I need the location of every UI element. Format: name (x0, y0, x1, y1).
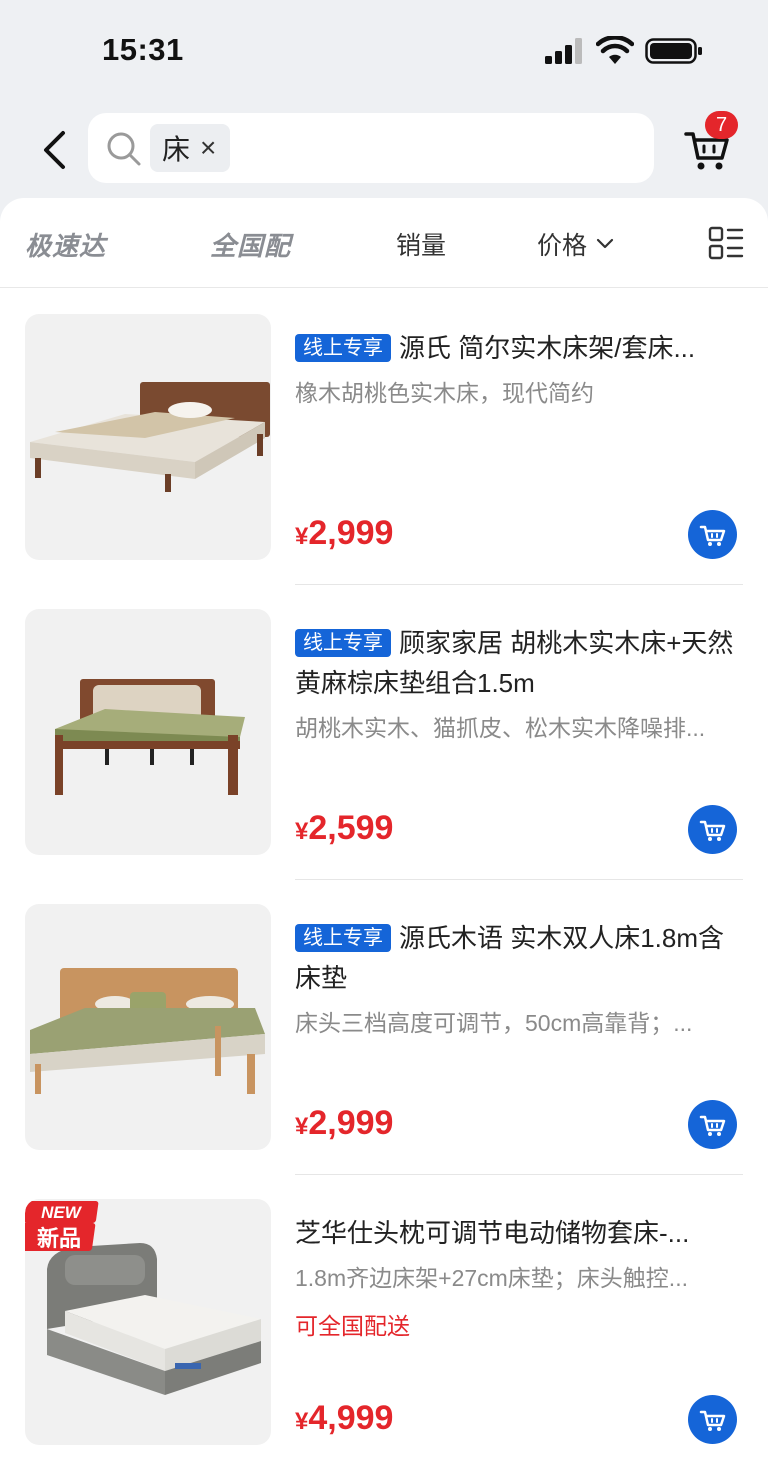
product-subtitle: 1.8m齐边床架+27cm床垫；床头触控... (295, 1265, 688, 1291)
product-card[interactable]: 线上专享 顾家家居 胡桃木实木床+天然黄麻棕床垫组合1.5m 胡桃木实木、猫抓皮、… (0, 609, 768, 904)
chevron-left-icon (44, 131, 65, 169)
search-keyword-label: 床 (162, 134, 191, 165)
shipping-note: 可全国配送 (295, 1313, 410, 1339)
search-bar[interactable]: 床 × (88, 113, 654, 183)
price-amount: 2,599 (308, 809, 394, 847)
product-title: 线上专享 源氏木语 实木双人床1.8m含床垫 (295, 918, 745, 998)
cart-add-icon (699, 525, 725, 546)
new-badge-text-bottom: 新品 (37, 1226, 81, 1252)
status-bar: 15:31 (0, 0, 768, 104)
price-currency: ¥ (295, 1408, 309, 1435)
product-price: ¥2,999 (295, 1104, 393, 1143)
filter-nationwide[interactable]: 全国配 (210, 226, 291, 263)
cart-add-icon (699, 820, 725, 841)
search-icon (107, 132, 141, 166)
divider (295, 879, 743, 880)
cart-add-icon (699, 1410, 725, 1431)
price-currency: ¥ (295, 1113, 309, 1140)
chevron-down-icon (596, 238, 614, 249)
online-exclusive-tag: 线上专享 (295, 334, 391, 362)
filter-price-label: 价格 (537, 232, 588, 260)
cart-count-badge: 7 (705, 111, 738, 139)
online-exclusive-tag: 线上专享 (295, 924, 391, 952)
close-icon[interactable]: × (200, 134, 216, 162)
price-amount: 2,999 (308, 514, 394, 552)
filter-express[interactable]: 极速达 (25, 226, 106, 263)
filter-price[interactable]: 价格 (537, 226, 615, 262)
product-info: 线上专享 源氏木语 实木双人床1.8m含床垫 床头三档高度可调节，50cm高靠背；… (295, 918, 745, 1038)
add-to-cart-button[interactable] (688, 1100, 737, 1149)
new-product-badge: NEW 新品 (25, 1199, 103, 1255)
product-image: NEW 新品 (25, 1199, 271, 1445)
product-card[interactable]: 线上专享 源氏木语 实木双人床1.8m含床垫 床头三档高度可调节，50cm高靠背；… (0, 904, 768, 1199)
product-price: ¥2,599 (295, 809, 393, 848)
cellular-signal-icon (545, 38, 582, 64)
product-price: ¥2,999 (295, 514, 393, 553)
product-title: 芝华仕头枕可调节电动储物套床-... (295, 1218, 690, 1248)
product-price: ¥4,999 (295, 1399, 393, 1438)
product-subtitle: 床头三档高度可调节，50cm高靠背；... (295, 1010, 693, 1036)
layout-toggle-icon[interactable] (708, 226, 744, 262)
back-button[interactable] (28, 124, 80, 176)
product-subtitle: 橡木胡桃色实木床，现代简约 (295, 380, 594, 406)
add-to-cart-button[interactable] (688, 1395, 737, 1444)
product-info: 线上专享 源氏 简尔实木床架/套床... 橡木胡桃色实木床，现代简约 (295, 328, 745, 408)
new-badge-text-top: NEW (41, 1203, 83, 1222)
online-exclusive-tag: 线上专享 (295, 629, 391, 657)
product-card[interactable]: NEW 新品 芝华仕头枕可调节电动储物套床-... 1.8m齐边床架+27cm床… (0, 1199, 768, 1464)
wifi-icon (596, 36, 634, 64)
product-card[interactable]: 线上专享 源氏 简尔实木床架/套床... 橡木胡桃色实木床，现代简约 ¥2,999 (0, 314, 768, 609)
add-to-cart-button[interactable] (688, 805, 737, 854)
divider (295, 1174, 743, 1175)
add-to-cart-button[interactable] (688, 510, 737, 559)
cart-add-icon (699, 1115, 725, 1136)
product-subtitle: 胡桃木实木、猫抓皮、松木实木降噪排... (295, 715, 706, 741)
product-title-text: 源氏 简尔实木床架/套床... (399, 333, 696, 363)
divider (295, 584, 743, 585)
status-time: 15:31 (102, 32, 184, 67)
price-amount: 4,999 (308, 1399, 394, 1437)
product-image (25, 904, 271, 1150)
search-keyword-chip[interactable]: 床 × (150, 124, 231, 172)
price-currency: ¥ (295, 818, 309, 845)
price-currency: ¥ (295, 523, 309, 550)
product-image (25, 609, 271, 855)
product-image (25, 314, 271, 560)
product-title: 线上专享 源氏 简尔实木床架/套床... (295, 328, 745, 368)
filter-sales[interactable]: 销量 (396, 226, 446, 262)
product-title: 线上专享 顾家家居 胡桃木实木床+天然黄麻棕床垫组合1.5m (295, 623, 745, 703)
results-panel: 极速达 全国配 销量 价格 线上专享 源氏 简尔实木床架/套床... 橡木胡桃色… (0, 198, 768, 1464)
battery-icon (645, 38, 702, 64)
price-amount: 2,999 (308, 1104, 394, 1142)
product-info: 线上专享 顾家家居 胡桃木实木床+天然黄麻棕床垫组合1.5m 胡桃木实木、猫抓皮、… (295, 623, 745, 743)
filter-bar: 极速达 全国配 销量 价格 (0, 198, 768, 288)
product-info: 芝华仕头枕可调节电动储物套床-... 1.8m齐边床架+27cm床垫；床头触控.… (295, 1213, 745, 1341)
